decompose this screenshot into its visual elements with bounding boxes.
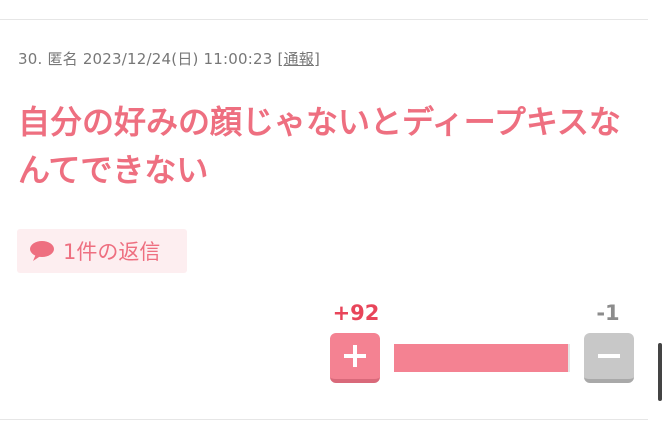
top-divider bbox=[0, 19, 648, 20]
report-bracket-close: ] bbox=[313, 50, 321, 68]
vote-ratio-fill bbox=[394, 344, 569, 372]
plus-vote-count: +92 bbox=[332, 301, 380, 325]
comment-meta: 30. 匿名 2023/12/24(日) 11:00:23 [通報] bbox=[18, 48, 320, 69]
reply-button[interactable]: 1件の返信 bbox=[17, 229, 187, 273]
scrollbar[interactable] bbox=[658, 343, 662, 401]
plus-vote-button[interactable] bbox=[330, 333, 380, 383]
bottom-divider bbox=[0, 419, 648, 420]
vote-ratio-bar bbox=[394, 344, 570, 372]
comment-author: 匿名 bbox=[47, 50, 78, 68]
report-link[interactable]: 通報 bbox=[284, 50, 314, 68]
reply-count-label: 1件の返信 bbox=[63, 240, 161, 264]
speech-bubble-icon bbox=[29, 240, 55, 262]
minus-vote-count: -1 bbox=[596, 301, 620, 325]
comment-body: 自分の好みの顔じゃないとディープキスなんてできない bbox=[18, 103, 621, 189]
minus-icon bbox=[598, 354, 620, 358]
minus-vote-button[interactable] bbox=[584, 333, 634, 383]
comment-datetime: 2023/12/24(日) 11:00:23 bbox=[82, 50, 273, 68]
plus-icon bbox=[344, 345, 366, 367]
comment-number: 30. bbox=[18, 50, 43, 68]
